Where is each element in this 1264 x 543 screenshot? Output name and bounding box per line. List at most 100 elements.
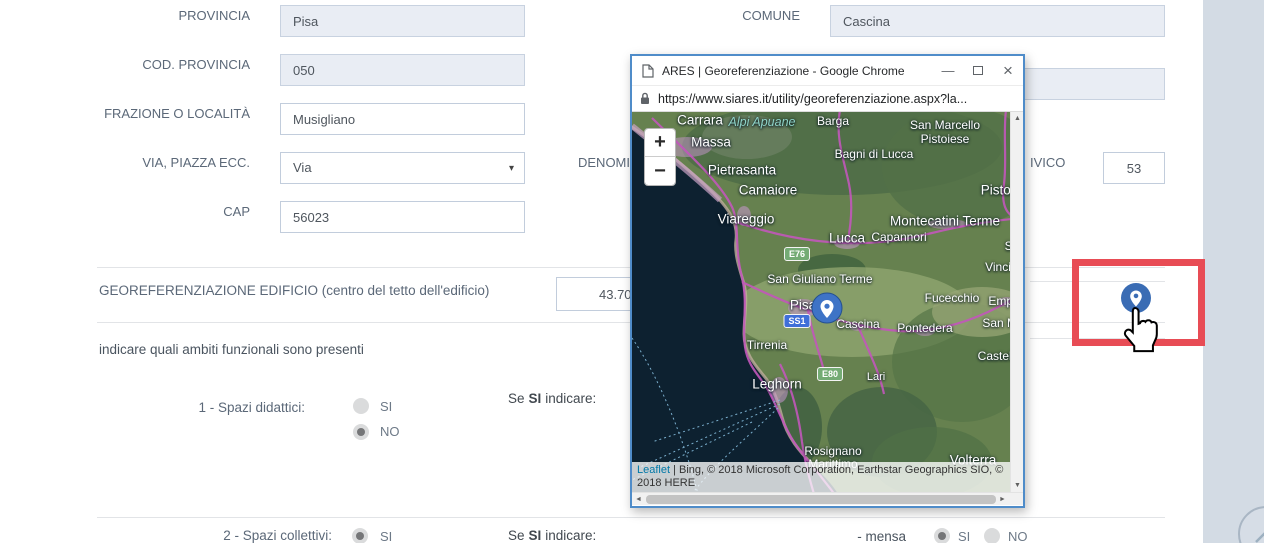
scroll-up-icon[interactable]: ▲	[1011, 112, 1023, 125]
zoom-out-button[interactable]: −	[645, 157, 675, 185]
map-marker-icon[interactable]	[810, 291, 844, 330]
se-si-indicare-1: Se SIindicare:	[508, 391, 596, 406]
comune-label: COMUNE	[600, 8, 800, 23]
map-label: Castelfio	[978, 349, 1010, 363]
vertical-scrollbar[interactable]: ▲ ▼	[1010, 112, 1023, 492]
civico-input[interactable]	[1103, 152, 1165, 184]
map-label: Fucecchio	[925, 291, 980, 305]
map-label: Rosignano	[804, 444, 861, 458]
map-label: San Marcello	[910, 118, 980, 132]
map-label: Carrara	[677, 113, 723, 128]
popup-url: https://www.siares.it/utility/georeferen…	[658, 92, 967, 106]
radio-mensa-si[interactable]	[934, 528, 950, 543]
radio-mensa-no-label: NO	[1008, 529, 1028, 543]
popup-content: + − Leaflet | Bing, © 2018 Microsoft Cor…	[632, 112, 1023, 505]
minimize-button[interactable]: —	[933, 56, 963, 85]
map-label: Leghorn	[752, 377, 802, 392]
arrow-up-right-icon	[1240, 508, 1264, 543]
via-label: VIA, PIAZZA ECC.	[40, 155, 250, 170]
map-label: Vinci	[985, 260, 1010, 274]
denominazione-label: DENOMI	[540, 155, 630, 170]
dropdown-caret-icon: ▾	[509, 163, 514, 174]
radio-mensa-no[interactable]	[984, 528, 1000, 543]
frazione-input[interactable]	[280, 103, 525, 135]
map-label: Bagni di Lucca	[835, 147, 914, 161]
ambiti-intro: indicare quali ambiti funzionali sono pr…	[99, 342, 364, 357]
q2-label: 2 - Spazi collettivi:	[90, 528, 332, 543]
scroll-right-icon[interactable]: ►	[996, 493, 1009, 505]
maximize-icon	[973, 66, 983, 75]
cap-label: CAP	[40, 204, 250, 219]
georef-label: GEOREFERENZIAZIONE EDIFICIO (centro del …	[99, 283, 489, 298]
map-label: Pistoiese	[921, 132, 970, 146]
map-zoom-control: + −	[644, 128, 676, 186]
scroll-left-icon[interactable]: ◄	[632, 493, 645, 505]
map-canvas[interactable]: + − Leaflet | Bing, © 2018 Microsoft Cor…	[632, 112, 1010, 492]
radio-mensa-si-label: SI	[958, 529, 970, 543]
map-attribution: Leaflet | Bing, © 2018 Microsoft Corpora…	[632, 462, 1010, 492]
lock-icon	[640, 92, 650, 105]
cap-input[interactable]	[280, 201, 525, 233]
radio-q1-no[interactable]	[353, 424, 369, 440]
map-label: Pontedera	[897, 321, 952, 335]
cod-provincia-label: COD. PROVINCIA	[40, 57, 250, 72]
map-label: San Mi	[982, 316, 1010, 330]
frazione-label: FRAZIONE O LOCALITÀ	[40, 106, 250, 121]
scroll-top-button[interactable]	[1238, 506, 1264, 543]
se-bold: SI	[529, 528, 542, 543]
map-label: Empo	[988, 294, 1010, 308]
scroll-down-icon[interactable]: ▼	[1011, 479, 1023, 492]
via-select-value: Via	[293, 160, 312, 175]
horizontal-scrollbar[interactable]: ◄ ►	[632, 492, 1023, 505]
right-gutter	[1203, 0, 1264, 543]
q1-label: 1 - Spazi didattici:	[90, 400, 305, 415]
cursor-hand-icon	[1117, 306, 1163, 361]
se-si-indicare-2: Se SIindicare:	[508, 528, 596, 543]
radio-q1-no-label: NO	[380, 424, 400, 439]
radio-q2-si-label: SI	[380, 529, 392, 543]
map-label: Pietrasanta	[708, 163, 776, 178]
se-bold: SI	[529, 391, 542, 406]
comune-input[interactable]	[830, 5, 1165, 37]
se-suffix: indicare:	[545, 528, 596, 543]
page: PROVINCIA COD. PROVINCIA FRAZIONE O LOCA…	[0, 0, 1264, 543]
road-badge: E80	[817, 367, 843, 381]
provincia-label: PROVINCIA	[40, 8, 250, 23]
popup-title: ARES | Georeferenziazione - Google Chrom…	[662, 64, 933, 78]
mensa-label: - mensa	[830, 529, 906, 543]
se-prefix: Se	[508, 528, 525, 543]
map-label: Tirrenia	[747, 338, 787, 352]
map-label: Capannori	[871, 230, 926, 244]
popup-titlebar[interactable]: ARES | Georeferenziazione - Google Chrom…	[632, 56, 1023, 86]
divider	[97, 517, 1165, 518]
map-label: Lucca	[829, 231, 865, 246]
georef-popup-window: ARES | Georeferenziazione - Google Chrom…	[630, 54, 1025, 508]
map-label: San Giuliano Terme	[767, 272, 872, 286]
map-label: Camaiore	[739, 183, 798, 198]
attribution-link[interactable]: Leaflet	[637, 464, 670, 476]
maximize-button[interactable]	[963, 56, 993, 85]
road-badge: E76	[784, 247, 810, 261]
civico-label: IVICO	[1030, 155, 1065, 170]
se-prefix: Se	[508, 391, 525, 406]
cod-provincia-input[interactable]	[280, 54, 525, 86]
map-label: Montecatini Terme	[890, 214, 1000, 229]
scrollbar-thumb[interactable]	[646, 495, 996, 504]
se-suffix: indicare:	[545, 391, 596, 406]
close-button[interactable]: ×	[993, 56, 1023, 85]
page-icon	[642, 64, 654, 78]
map-label: Barga	[817, 114, 849, 128]
map-label: Alpi Apuane	[729, 115, 796, 129]
road-badge: SS1	[783, 314, 810, 328]
map-label: Massa	[691, 135, 731, 150]
zoom-in-button[interactable]: +	[645, 129, 675, 157]
popup-urlbar[interactable]: https://www.siares.it/utility/georeferen…	[632, 86, 1023, 112]
map-label: Viareggio	[718, 212, 775, 227]
radio-q1-si[interactable]	[353, 398, 369, 414]
provincia-input[interactable]	[280, 5, 525, 37]
via-select[interactable]: Via ▾	[280, 152, 525, 184]
map-label: Pistoia	[981, 183, 1010, 198]
radio-q2-si[interactable]	[352, 528, 368, 543]
attribution-text: | Bing, © 2018 Microsoft Corporation, Ea…	[637, 464, 1003, 489]
radio-q1-si-label: SI	[380, 399, 392, 414]
